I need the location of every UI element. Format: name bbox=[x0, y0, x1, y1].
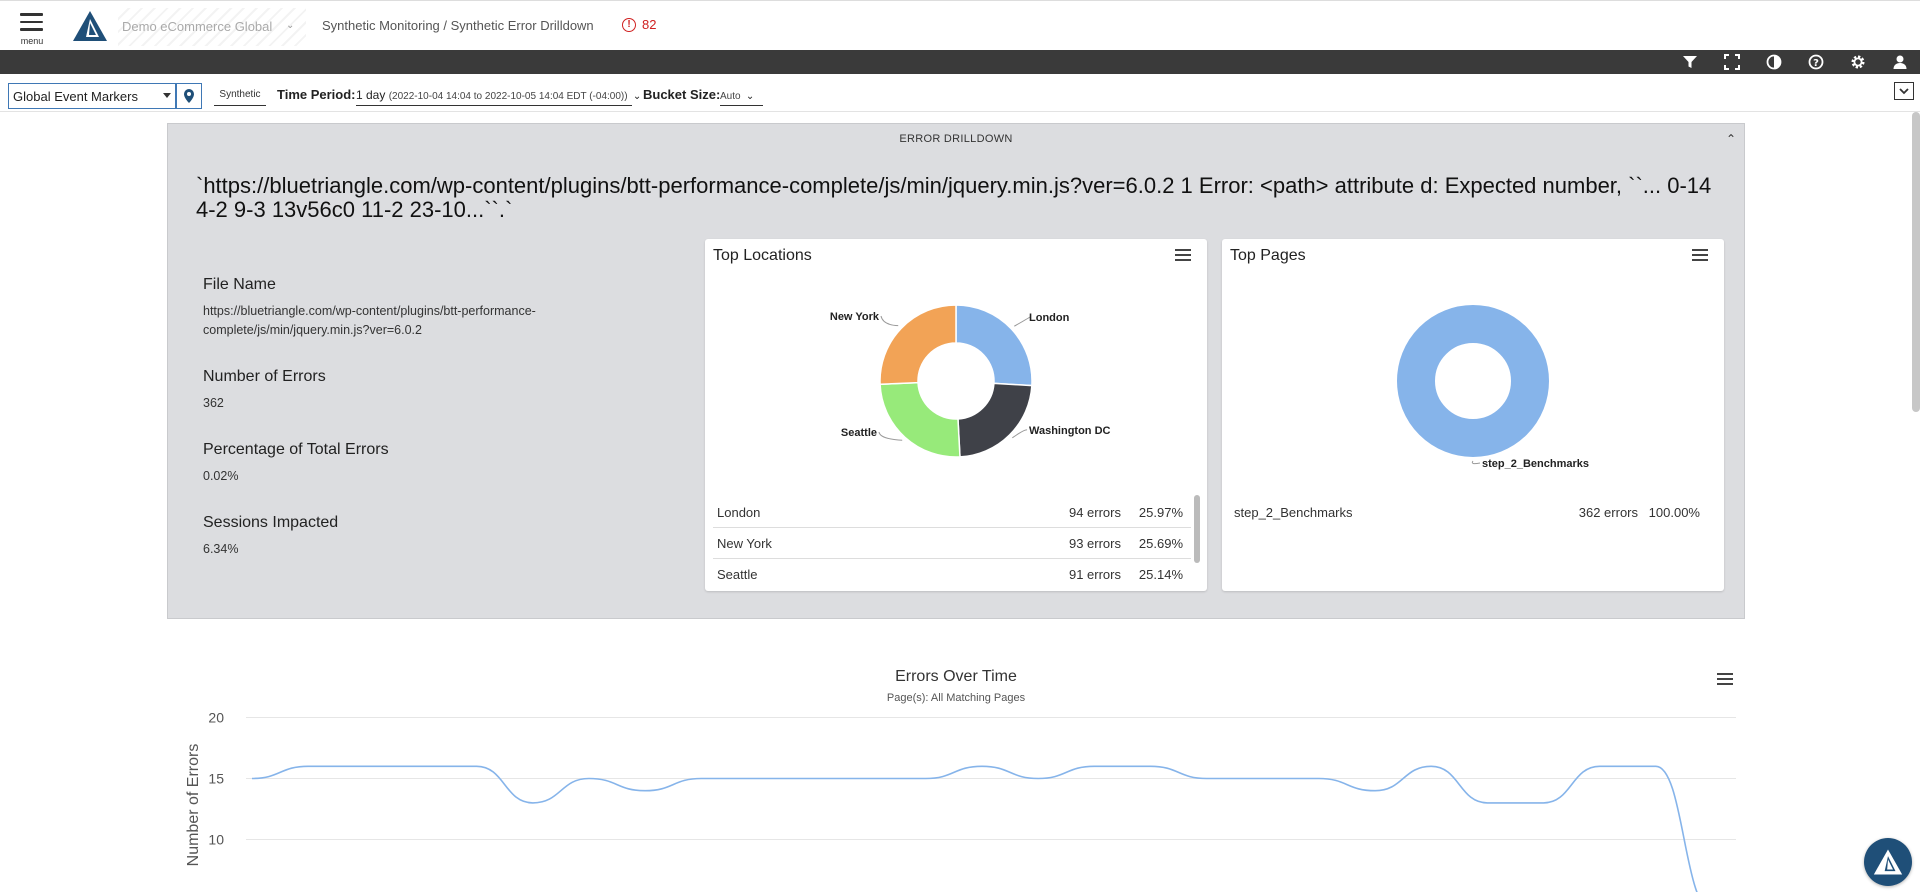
slice-label: Washington DC bbox=[1029, 425, 1111, 437]
collapse-filters-button[interactable] bbox=[1894, 82, 1914, 100]
alert-count: 82 bbox=[642, 17, 657, 32]
percentage-label: Percentage of Total Errors bbox=[203, 441, 389, 458]
chevron-down-icon: ⌄ bbox=[745, 91, 755, 102]
top-pages-list: step_2_Benchmarks 362 errors 100.00% bbox=[1230, 497, 1708, 528]
blue-triangle-logo-icon[interactable] bbox=[72, 10, 108, 42]
y-tick-label: 20 bbox=[208, 710, 224, 726]
errors-over-time-chart: 20 15 10 Number of Errors bbox=[185, 710, 1736, 892]
menu-label: menu bbox=[20, 36, 44, 46]
errors-value: 362 bbox=[203, 396, 224, 410]
card-menu-button[interactable] bbox=[1692, 249, 1708, 263]
percentage-value: 0.02% bbox=[203, 469, 239, 483]
donut-slice[interactable] bbox=[957, 382, 1033, 458]
chevron-up-icon[interactable]: ⌃ bbox=[1726, 132, 1736, 146]
fullscreen-icon[interactable] bbox=[1722, 52, 1742, 72]
label-connector bbox=[1014, 316, 1031, 327]
synthetic-tab[interactable]: Synthetic bbox=[214, 88, 266, 106]
card-menu-button[interactable] bbox=[1175, 249, 1191, 263]
chevron-down-icon: ⌄ bbox=[286, 20, 295, 31]
bucket-size-select[interactable]: Auto ⌄ bbox=[720, 88, 763, 106]
blue-triangle-logo-icon bbox=[1873, 849, 1903, 875]
top-header: menu Demo eCommerce Global ⌄ Synthetic M… bbox=[0, 0, 1920, 50]
label-connector bbox=[880, 315, 899, 327]
file-name-value: https://bluetriangle.com/wp-content/plug… bbox=[203, 304, 536, 337]
contrast-icon[interactable] bbox=[1764, 52, 1784, 72]
y-axis-label: Number of Errors bbox=[185, 744, 202, 867]
chevron-down-icon: ⌄ bbox=[632, 91, 642, 102]
slice-label: London bbox=[1029, 312, 1070, 324]
card-title: Top Pages bbox=[1230, 247, 1306, 264]
errors-info: Number of Errors 362 bbox=[203, 368, 593, 413]
filter-icon[interactable] bbox=[1680, 52, 1700, 72]
file-name-info: File Name https://bluetriangle.com/wp-co… bbox=[203, 276, 593, 340]
page-scrollbar[interactable] bbox=[1912, 112, 1920, 412]
top-pages-card: Top Pages step_2_Benchmarks step_2_Bench… bbox=[1222, 239, 1724, 591]
list-item[interactable]: step_2_Benchmarks 362 errors 100.00% bbox=[1230, 497, 1708, 528]
y-tick-label: 10 bbox=[208, 832, 224, 848]
card-title: Top Locations bbox=[713, 247, 812, 264]
label-connector bbox=[1012, 429, 1028, 439]
time-period-label: Time Period: bbox=[277, 87, 356, 102]
menu-button[interactable]: menu bbox=[19, 11, 45, 47]
errors-label: Number of Errors bbox=[203, 368, 326, 385]
org-name: Demo eCommerce Global bbox=[122, 19, 273, 34]
percentage-info: Percentage of Total Errors 0.02% bbox=[203, 441, 593, 486]
chart-title: Errors Over Time bbox=[895, 668, 1017, 685]
list-item[interactable]: Seattle 91 errors 25.14% bbox=[713, 559, 1191, 590]
series-line[interactable] bbox=[251, 765, 1712, 892]
filter-bar: Global Event Markers Synthetic Time Peri… bbox=[0, 78, 1920, 112]
time-period-detail: (2022-10-04 14:04 to 2022-10-05 14:04 ED… bbox=[388, 91, 628, 102]
bucket-size-label: Bucket Size: bbox=[643, 87, 721, 102]
top-locations-donut: London Washington DC Seattle New York bbox=[830, 304, 1111, 458]
help-chat-button[interactable] bbox=[1864, 838, 1912, 886]
slice-label: step_2_Benchmarks bbox=[1482, 458, 1589, 470]
error-message: `https://bluetriangle.com/wp-content/plu… bbox=[196, 173, 1712, 222]
settings-icon[interactable] bbox=[1848, 52, 1868, 72]
slice-label: New York bbox=[830, 311, 880, 323]
label-connector bbox=[1471, 460, 1481, 465]
label-connector bbox=[878, 431, 903, 441]
hamburger-icon bbox=[20, 13, 43, 16]
error-drilldown-panel: ERROR DRILLDOWN ⌃ `https://bluetriangle.… bbox=[167, 123, 1745, 619]
slice-label: Seattle bbox=[841, 427, 877, 439]
svg-text:?: ? bbox=[1813, 58, 1819, 69]
donut-slice[interactable] bbox=[955, 304, 1033, 387]
caret-down-icon bbox=[163, 93, 171, 98]
bucket-size-value: Auto bbox=[720, 91, 741, 102]
donut-slice[interactable] bbox=[879, 304, 957, 386]
donut-slice[interactable] bbox=[879, 381, 961, 458]
list-item[interactable]: New York 93 errors 25.69% bbox=[713, 528, 1191, 559]
chevron-down-icon bbox=[1899, 87, 1909, 94]
event-marker-button[interactable] bbox=[176, 83, 202, 109]
file-name-label: File Name bbox=[203, 276, 276, 293]
user-icon[interactable] bbox=[1890, 52, 1910, 72]
sessions-value: 6.34% bbox=[203, 542, 239, 556]
alert-icon: ! bbox=[622, 17, 636, 32]
top-pages-donut: step_2_Benchmarks bbox=[1397, 305, 1589, 470]
time-period-select[interactable]: 1 day (2022-10-04 14:04 to 2022-10-05 14… bbox=[356, 88, 641, 106]
sessions-info: Sessions Impacted 6.34% bbox=[203, 514, 593, 559]
top-locations-card: Top Locations London Washington DC Seattle… bbox=[705, 239, 1207, 591]
panel-title: ERROR DRILLDOWN bbox=[899, 133, 1013, 145]
alert-indicator[interactable]: ! 82 bbox=[622, 17, 656, 32]
top-locations-list: London 94 errors 25.97% New York 93 erro… bbox=[713, 497, 1191, 590]
toolbar: ? bbox=[0, 50, 1920, 74]
help-icon[interactable]: ? bbox=[1806, 52, 1826, 72]
event-markers-select[interactable]: Global Event Markers bbox=[8, 83, 176, 109]
event-markers-value: Global Event Markers bbox=[13, 89, 138, 104]
org-select[interactable]: Demo eCommerce Global ⌄ bbox=[118, 8, 306, 46]
map-pin-icon bbox=[184, 89, 194, 103]
list-scrollbar[interactable] bbox=[1194, 495, 1200, 563]
list-item[interactable]: London 94 errors 25.97% bbox=[713, 497, 1191, 528]
sessions-label: Sessions Impacted bbox=[203, 514, 339, 531]
chart-menu-button[interactable] bbox=[1717, 673, 1733, 687]
y-tick-label: 15 bbox=[208, 771, 224, 787]
time-period-value: 1 day bbox=[356, 88, 386, 102]
breadcrumb: Synthetic Monitoring / Synthetic Error D… bbox=[322, 18, 594, 33]
donut-slice[interactable] bbox=[1397, 305, 1549, 457]
